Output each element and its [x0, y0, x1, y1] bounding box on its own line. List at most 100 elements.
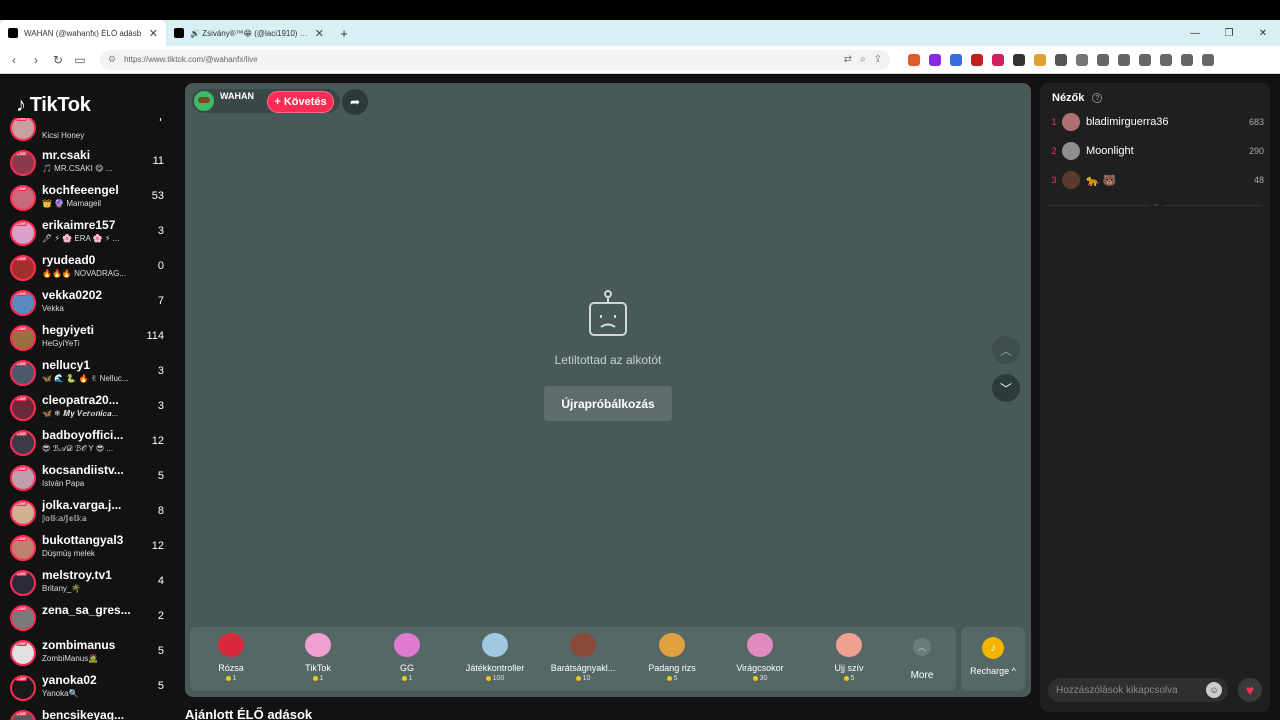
zoom-icon[interactable]: ⌕: [860, 54, 866, 65]
tab-title: 🔊 Zsivány®™😁 (@laci1910) ÉLŐ a: [190, 28, 309, 38]
recharge-button[interactable]: ♪ Recharge ^: [961, 627, 1025, 691]
forward-icon[interactable]: ›: [28, 53, 44, 67]
gift-item[interactable]: GG 1: [366, 631, 448, 689]
tiktok-favicon-icon: [8, 28, 18, 38]
following-count: 5: [157, 645, 164, 657]
like-heart-button[interactable]: ♥: [1238, 678, 1262, 702]
following-item[interactable]: LIVE cleopatra20... 🦋 ❄ 𝑴𝒚 𝑽𝒆𝒓𝒐𝒏𝒊𝒄𝒂... 3: [0, 390, 180, 425]
following-item[interactable]: LIVE melstroy.tv1 Britany_🌴 4: [0, 565, 180, 600]
following-subtitle: 😎 ℬ𝒜𝒟 ℬ𝒪 Y 😎 ...: [42, 444, 114, 453]
following-item[interactable]: LIVE bukottangyal3 Düşmüş melek 12: [0, 530, 180, 565]
following-item[interactable]: LIVE Kicsi Honey 7: [0, 118, 180, 145]
gift-item[interactable]: Ujj szív 5: [808, 631, 890, 689]
browser-tab-2[interactable]: 🔊 Zsivány®™😁 (@laci1910) ÉLŐ a ✕: [166, 20, 332, 46]
viewer-name: Moonlight: [1086, 145, 1134, 157]
gift-item[interactable]: Játékkontroller 100: [454, 631, 536, 689]
following-item[interactable]: LIVE zombimanus ZombiManus🧟 5: [0, 635, 180, 670]
coin-icon: [225, 676, 231, 681]
extension-icon[interactable]: [1076, 53, 1088, 66]
gift-price: 5: [631, 675, 713, 682]
coin-icon: [485, 676, 491, 681]
emoji-icon[interactable]: ☺: [1206, 682, 1222, 698]
avatar: LIVE: [10, 359, 36, 386]
info-icon[interactable]: ?: [1092, 93, 1103, 103]
following-item[interactable]: LIVE yanoka02 Yanoka🔍 5: [0, 670, 180, 705]
close-tab-icon[interactable]: ✕: [315, 27, 324, 40]
following-count: 8: [157, 505, 164, 517]
triangle-icon[interactable]: [929, 53, 941, 66]
url-field[interactable]: ⚙ https://www.tiktok.com/@wahanfx/live ⇄…: [100, 49, 890, 70]
browser-tab-1[interactable]: WAHAN (@wahanfx) ÉLŐ adásb ✕: [0, 20, 166, 46]
comment-input[interactable]: Hozzászólások kikapcsolva: [1048, 678, 1228, 702]
gift-item[interactable]: Padang rizs 5: [631, 631, 713, 689]
close-tab-icon[interactable]: ✕: [149, 27, 158, 40]
chevron-down-icon: ﹀: [999, 381, 1012, 396]
restore-icon[interactable]: ❐: [1212, 28, 1246, 39]
gift-name: Rózsa: [218, 663, 244, 673]
coin-icon: [575, 676, 581, 681]
close-window-icon[interactable]: ✕: [1246, 28, 1280, 39]
gift-item[interactable]: TikTok 1: [277, 631, 359, 689]
viewer-row[interactable]: 3 🐆 🐻 48: [1048, 169, 1264, 191]
following-item[interactable]: LIVE jolka.varga.j... 𝕁𝕠𝕝𝕜𝕒/𝕁𝕠𝕝𝕜𝕒 8: [0, 495, 180, 530]
playlist-icon[interactable]: [1097, 53, 1109, 66]
following-name: melstroy.tv1: [42, 568, 112, 582]
viewer-row[interactable]: 2 Moonlight 290: [1048, 140, 1264, 162]
viewer-row[interactable]: 1 bladimirguerra36 683: [1048, 111, 1264, 133]
menu-icon[interactable]: [1202, 53, 1214, 66]
avatar: LIVE: [10, 394, 36, 421]
gift-item[interactable]: Barátságnyakl... 10: [542, 631, 624, 689]
following-subtitle: Britany_🌴: [42, 584, 82, 593]
expand-viewers-icon[interactable]: ⌄: [1150, 199, 1163, 208]
wallet-icon[interactable]: [1139, 53, 1151, 66]
following-item[interactable]: LIVE kocsandiistv... István Papa 5: [0, 460, 180, 495]
following-count: 3: [157, 225, 164, 237]
following-item[interactable]: LIVE mr.csaki 🎵 MR.CSÁKI 😋 ... 11: [0, 145, 180, 180]
gift-item[interactable]: Rózsa 1: [190, 631, 272, 689]
back-icon[interactable]: ‹: [6, 53, 22, 67]
share-page-icon[interactable]: ⇪: [874, 54, 882, 65]
gift-item[interactable]: Virágcsokor 30: [719, 631, 801, 689]
retry-button[interactable]: Újrapróbálkozás: [544, 386, 672, 421]
minimize-icon[interactable]: —: [1178, 28, 1212, 39]
following-item[interactable]: LIVE hegyiyeti HeGyiYeTi 114: [0, 320, 180, 355]
share-button[interactable]: ➦: [342, 89, 368, 115]
reload-icon[interactable]: ↻: [50, 53, 66, 67]
next-live-button[interactable]: ﹀: [992, 374, 1020, 402]
avatar: [1062, 142, 1080, 160]
follow-button[interactable]: + Követés: [267, 91, 334, 113]
more-gifts-button[interactable]: ︿ More: [905, 634, 939, 681]
finger-heart-icon: [836, 633, 862, 657]
following-item[interactable]: LIVE ryudead0 🔥🔥🔥 NOVADRAG... 0: [0, 250, 180, 285]
following-name: bencsikeyag...: [42, 708, 125, 720]
translate-icon[interactable]: ⇄: [844, 54, 852, 65]
leo-icon[interactable]: [1160, 53, 1172, 66]
puzzle-icon[interactable]: [1055, 53, 1067, 66]
previous-live-button[interactable]: ︿: [992, 336, 1020, 364]
vpn-icon[interactable]: [1181, 53, 1193, 66]
gift-name: Játékkontroller: [465, 663, 525, 673]
following-subtitle: 🦋 ❄ 𝑴𝒚 𝑽𝒆𝒓𝒐𝒏𝒊𝒄𝒂...: [42, 409, 119, 418]
gift-price: 1: [366, 675, 448, 682]
tiktok-logo[interactable]: ♪ TikTok: [16, 94, 91, 117]
site-settings-icon[interactable]: ⚙: [108, 54, 116, 65]
following-item[interactable]: LIVE nellucy1 🦋 🌊 🐍 🔥 ✌ Nelluc... 3: [0, 355, 180, 390]
gift-name: Padang rizs: [648, 663, 696, 673]
extension-icon[interactable]: [1034, 53, 1046, 66]
new-tab-button[interactable]: +: [332, 20, 356, 46]
extension-icon[interactable]: [1013, 53, 1025, 66]
following-item[interactable]: LIVE vekka0202 Vekka 7: [0, 285, 180, 320]
following-item[interactable]: LIVE zena_sa_gres... 2: [0, 600, 180, 635]
following-subtitle: István Papa: [42, 479, 85, 488]
following-item[interactable]: LIVE kochfeeengel 👑 🔮 Mamageil 53: [0, 180, 180, 215]
extension-icon[interactable]: [950, 53, 962, 66]
following-item[interactable]: LIVE badboyoffici... 😎 ℬ𝒜𝒟 ℬ𝒪 Y 😎 ... 12: [0, 425, 180, 460]
following-item[interactable]: LIVE bencsikeyag...: [0, 705, 180, 720]
extension-icon[interactable]: [971, 53, 983, 66]
shield-icon[interactable]: [908, 53, 920, 66]
bookmark-icon[interactable]: ▭: [72, 53, 88, 67]
following-item[interactable]: LIVE erikaimre157 🖊 ⚡ 🌸 ERA 🌸 ⚡ ... 3: [0, 215, 180, 250]
tab-title: WAHAN (@wahanfx) ÉLŐ adásb: [24, 28, 142, 38]
sidebar-icon[interactable]: [1118, 53, 1130, 66]
extension-icon[interactable]: [992, 53, 1004, 66]
